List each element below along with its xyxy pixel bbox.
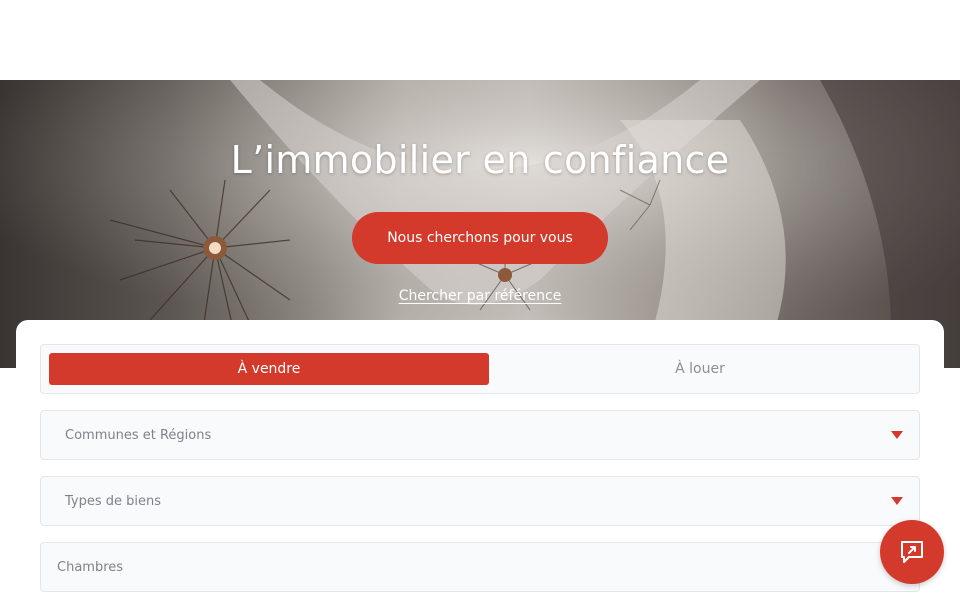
bedrooms-field-label: Chambres: [57, 559, 124, 575]
communes-select[interactable]: Communes et Régions: [40, 410, 920, 460]
property-types-select[interactable]: Types de biens: [40, 476, 920, 526]
tab-for-rent[interactable]: À louer: [489, 353, 911, 385]
search-for-you-button[interactable]: Nous cherchons pour vous: [352, 212, 608, 264]
reference-link-wrapper: Chercher par référence: [0, 285, 960, 304]
bedrooms-field[interactable]: Chambres: [40, 542, 920, 592]
chat-button[interactable]: [880, 520, 944, 584]
transaction-tabs: À vendre À louer: [40, 344, 920, 394]
chevron-down-icon: [891, 431, 903, 439]
property-types-select-label: Types de biens: [65, 493, 162, 509]
communes-select-label: Communes et Régions: [65, 427, 212, 443]
external-chat-icon: [901, 541, 923, 563]
tab-for-sale[interactable]: À vendre: [49, 353, 489, 385]
page-title: L’immobilier en confiance: [230, 138, 730, 182]
chevron-down-icon: [891, 497, 903, 505]
search-by-reference-link[interactable]: Chercher par référence: [399, 288, 562, 304]
top-header: [0, 0, 960, 80]
